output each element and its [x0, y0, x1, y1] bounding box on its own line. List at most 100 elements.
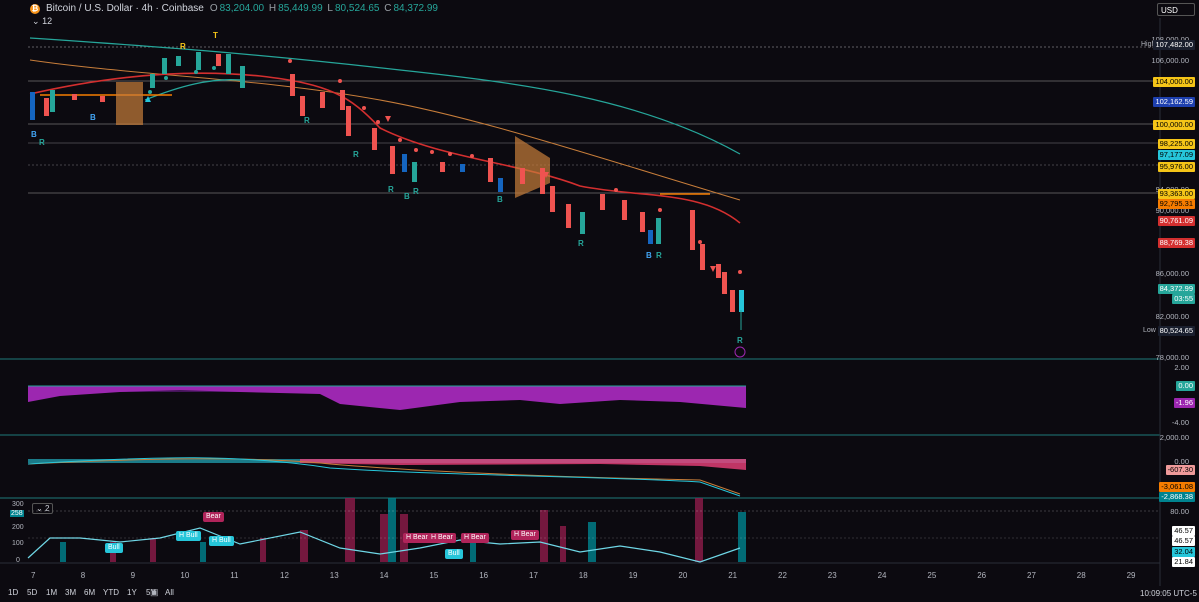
symbol-title[interactable]: Bitcoin / U.S. Dollar · 4h · Coinbase: [46, 3, 204, 14]
price-level-label: 92,795.31: [1157, 199, 1195, 209]
price-level-label: 102,162.59: [1153, 97, 1195, 107]
price-tick: 86,000.00: [1155, 269, 1189, 278]
svg-text:B: B: [646, 251, 652, 260]
svg-text:B: B: [90, 113, 96, 122]
x-axis-tick: 23: [827, 571, 837, 580]
x-axis-tick: 17: [529, 571, 538, 580]
signal-tag: H Bull: [209, 536, 234, 546]
signal-tag: H Bear: [511, 530, 539, 540]
low-price-label: 80,524.65: [1157, 326, 1195, 336]
x-axis-tick: 26: [977, 571, 987, 580]
volume-value-label: 258: [10, 510, 24, 517]
x-axis-tick: 16: [479, 571, 489, 580]
svg-text:R: R: [578, 239, 584, 248]
x-axis-tick: 10: [180, 571, 190, 580]
x-axis-tick: 7: [31, 571, 36, 580]
timeframe-button-5d[interactable]: 5D: [27, 588, 37, 597]
price-level-label: 97,177.09: [1157, 150, 1195, 160]
timeframe-button-6m[interactable]: 6M: [84, 588, 95, 597]
clock[interactable]: 10:09:05 UTC-5: [1140, 589, 1197, 598]
svg-text:R: R: [353, 150, 359, 159]
x-axis-tick: 13: [329, 571, 339, 580]
rsi-value-label: 46.57: [1172, 536, 1195, 546]
x-axis-tick: 8: [80, 571, 86, 580]
x-axis-tick: 21: [728, 571, 738, 580]
volume-tick: 200: [12, 524, 24, 531]
rsi-value-label: 32.04: [1172, 547, 1195, 557]
macd-value-label: -607.30: [1165, 465, 1195, 475]
signal-tag: H Bear: [403, 533, 431, 543]
macd-value-label: -3,061.08: [1159, 482, 1195, 492]
svg-text:R: R: [39, 138, 45, 147]
chevron-down-icon: ⌄: [36, 504, 43, 513]
price-level-label: 93,363.00: [1157, 189, 1195, 199]
rsi-value-label: 46.57: [1172, 526, 1195, 536]
x-axis-tick: 27: [1027, 571, 1036, 580]
x-axis-tick: 18: [578, 571, 588, 580]
price-level-label: 90,761.09: [1157, 216, 1195, 226]
pane-collapse-toggle[interactable]: ⌄ 2: [32, 503, 54, 514]
timeframe-button-3m[interactable]: 3M: [65, 588, 76, 597]
bitcoin-icon: ₿: [30, 3, 40, 14]
high-price-label: 107,482.00: [1153, 40, 1195, 50]
timeframe-button-ytd[interactable]: YTD: [103, 588, 119, 597]
current-price-label: 84,372.99: [1157, 284, 1195, 294]
timeframe-button-1m[interactable]: 1M: [46, 588, 57, 597]
timeframe-button-all[interactable]: All: [165, 588, 174, 597]
x-axis-tick: 29: [1126, 571, 1136, 580]
x-axis-tick: 20: [678, 571, 688, 580]
osc-tick: 2.00: [1174, 363, 1189, 372]
svg-text:R: R: [304, 116, 310, 125]
x-axis-tick: 28: [1076, 571, 1086, 580]
x-axis-tick: 14: [379, 571, 389, 580]
osc-value-label: 0.00: [1176, 381, 1195, 391]
rsi-value-label: 21.84: [1172, 557, 1195, 567]
svg-text:R: R: [388, 185, 394, 194]
timeframe-button-1y[interactable]: 1Y: [127, 588, 137, 597]
osc-tick: -4.00: [1171, 418, 1189, 427]
osc-value-label: -1.96: [1173, 398, 1195, 408]
low-label: Low: [1143, 327, 1156, 334]
price-tick: 82,000.00: [1155, 312, 1189, 321]
signal-tag: Bull: [445, 549, 463, 559]
timeframe-button-1d[interactable]: 1D: [8, 588, 18, 597]
chart-canvas[interactable]: R T B B R R R R B R B R B R R: [0, 18, 1199, 586]
symbol-legend[interactable]: ₿ Bitcoin / U.S. Dollar · 4h · Coinbase …: [30, 3, 440, 14]
signal-tag: H Bear: [428, 533, 456, 543]
signal-tag: Bull: [105, 543, 123, 553]
svg-text:B: B: [31, 130, 37, 139]
currency-selector[interactable]: USD: [1157, 3, 1195, 16]
price-tick: 78,000.00: [1155, 353, 1189, 362]
volume-tick: 300: [12, 501, 24, 508]
candle-countdown: 03:55: [1172, 294, 1195, 304]
signal-tag: H Bear: [461, 533, 489, 543]
date-range-icon[interactable]: ▣: [150, 587, 159, 598]
x-axis-tick: 19: [628, 571, 638, 580]
price-level-label: 88,769.38: [1157, 238, 1195, 248]
price-level-label: 98,225.00: [1157, 139, 1195, 149]
macd-value-label: -2,868.38: [1159, 492, 1195, 502]
x-axis-tick: 11: [230, 571, 239, 580]
volume-tick: 0: [16, 557, 20, 564]
svg-text:T: T: [213, 31, 218, 40]
x-axis-tick: 25: [927, 571, 937, 580]
rsi-tick: 80.00: [1170, 507, 1189, 516]
x-axis-tick: 15: [429, 571, 439, 580]
bottom-toolbar: [0, 586, 1199, 602]
signal-tag: H Bull: [176, 531, 201, 541]
svg-text:R: R: [737, 336, 743, 345]
svg-text:R: R: [656, 251, 662, 260]
price-tick: 106,000.00: [1151, 56, 1189, 65]
x-axis-tick: 12: [280, 571, 289, 580]
x-axis-tick: 22: [778, 571, 787, 580]
price-level-label: 100,000.00: [1153, 120, 1195, 130]
price-level-label: 95,976.00: [1157, 162, 1195, 172]
svg-text:B: B: [404, 192, 410, 201]
ohlc-values: O 83,204.00 H 85,449.99 L 80,524.65 C 84,372…: [209, 3, 438, 14]
svg-text:R: R: [180, 42, 186, 51]
svg-text:B: B: [497, 195, 503, 204]
volume-tick: 100: [12, 540, 24, 547]
x-axis-tick: 9: [130, 571, 136, 580]
macd-tick: 2,000.00: [1159, 433, 1189, 442]
signal-tag: Bear: [203, 512, 224, 522]
